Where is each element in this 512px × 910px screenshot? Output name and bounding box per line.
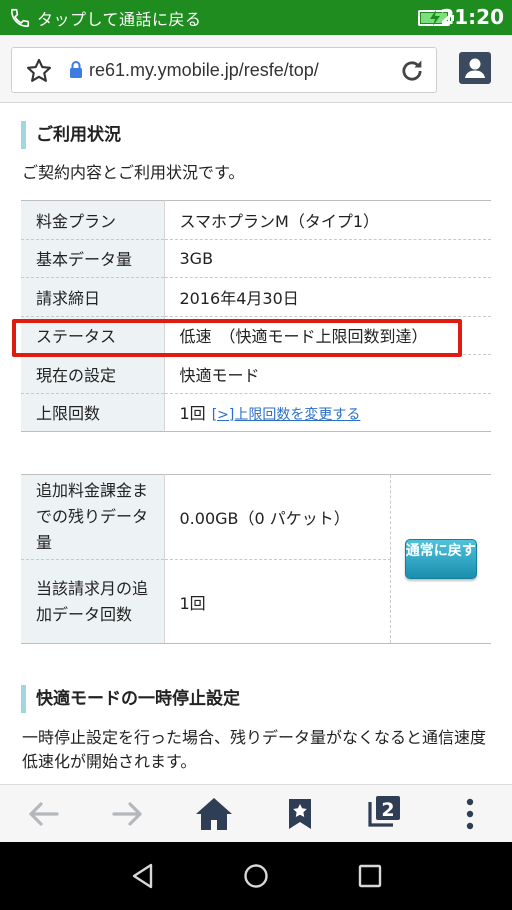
row-value-cell: 1回 [>]上限回数を変更する	[164, 393, 491, 432]
forward-arrow-icon[interactable]	[110, 796, 146, 832]
star-icon[interactable]	[25, 57, 53, 85]
phone-icon	[10, 8, 30, 27]
address-bar[interactable]: re61.my.ymobile.jp/resfe/top/	[11, 47, 437, 93]
row-value: 3GB	[164, 239, 491, 278]
table-row: 料金プラン スマホプランM（タイプ1）	[21, 200, 491, 240]
table-row: 追加料金課金までの残りデータ量 0.00GB（0 パケット） 通常に戻す	[21, 474, 491, 644]
usage-description: ご契約内容とご利用状況です。	[22, 163, 245, 182]
table-row: 現在の設定 快適モード	[21, 354, 491, 394]
row-label: 当該請求月の追加データ回数	[21, 559, 165, 644]
status-highlight-box	[12, 319, 462, 357]
row-value: 1回	[164, 559, 391, 644]
row-label: 追加料金課金までの残りデータ量	[21, 474, 165, 560]
usage-table: 料金プラン スマホプランM（タイプ1） 基本データ量 3GB 請求締日 2016…	[21, 200, 491, 432]
row-label: 上限回数	[21, 393, 165, 432]
url-text[interactable]: re61.my.ymobile.jp/resfe/top/	[89, 60, 319, 81]
change-limit-link[interactable]: [>]上限回数を変更する	[212, 407, 361, 423]
row-label: 現在の設定	[21, 354, 165, 394]
tab-count: 2	[381, 799, 394, 821]
row-value: 2016年4月30日	[164, 277, 491, 317]
account-icon[interactable]	[459, 52, 491, 84]
system-back-icon[interactable]	[130, 863, 156, 889]
table-row: 請求締日 2016年4月30日	[21, 277, 491, 317]
row-value: スマホプランM（タイプ1）	[164, 200, 491, 240]
return-to-normal-button[interactable]: 通常に戻す	[404, 539, 477, 579]
system-home-icon[interactable]	[243, 863, 269, 889]
row-label: 料金プラン	[21, 200, 165, 240]
back-arrow-icon[interactable]	[25, 796, 61, 832]
system-recents-icon[interactable]	[357, 863, 383, 889]
pause-description: 一時停止設定を行った場合、残りデータ量がなくなると通信速度低速化が開始されます。	[22, 728, 487, 771]
home-icon[interactable]	[194, 794, 234, 834]
more-icon[interactable]	[452, 796, 488, 832]
usage-section-title: ご利用状況	[21, 121, 121, 149]
button-cell: 通常に戻す	[390, 474, 491, 644]
row-value: 0.00GB（0 パケット）	[164, 474, 391, 560]
clock: 21:20	[440, 5, 504, 29]
tabs-icon[interactable]: 2	[366, 793, 402, 829]
bookmark-icon[interactable]	[282, 796, 318, 832]
table-row: 上限回数 1回 [>]上限回数を変更する	[21, 393, 491, 432]
table-row: 基本データ量 3GB	[21, 239, 491, 278]
row-value: 快適モード	[164, 354, 491, 394]
row-label: 請求締日	[21, 277, 165, 317]
row-label: 基本データ量	[21, 239, 165, 278]
lock-icon	[70, 61, 82, 78]
browser-toolbar: re61.my.ymobile.jp/resfe/top/	[0, 35, 512, 103]
row-value: 1回	[179, 404, 206, 424]
system-navigation-bar	[0, 842, 512, 910]
browser-bottom-nav: 2	[0, 784, 512, 842]
pause-section-title: 快適モードの一時停止設定	[21, 685, 240, 713]
additional-data-table: 追加料金課金までの残りデータ量 0.00GB（0 パケット） 通常に戻す 当該請…	[21, 474, 491, 644]
reload-icon[interactable]	[398, 57, 426, 85]
status-bar: タップして通話に戻る 21:20	[0, 0, 512, 35]
return-to-call-text[interactable]: タップして通話に戻る	[37, 6, 202, 30]
page-content[interactable]: ご利用状況 ご契約内容とご利用状況です。 料金プラン スマホプランM（タイプ1）…	[0, 103, 512, 784]
